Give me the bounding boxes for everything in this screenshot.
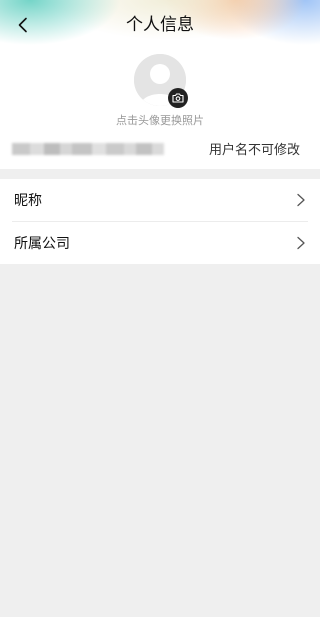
nickname-row[interactable]: 昵称: [0, 179, 320, 221]
nav-bar: 个人信息: [0, 8, 320, 42]
company-label: 所属公司: [14, 236, 70, 252]
chevron-right-icon: [297, 236, 305, 250]
avatar-button[interactable]: [134, 54, 188, 108]
page-title: 个人信息: [126, 15, 194, 35]
profile-header-area: 个人信息 点击头像更换照片 用户名不可修改: [0, 0, 320, 169]
profile-settings-list: 昵称 所属公司: [0, 179, 320, 264]
nickname-label: 昵称: [14, 193, 42, 209]
camera-badge[interactable]: [168, 88, 188, 108]
chevron-right-icon: [297, 193, 305, 207]
avatar-hint: 点击头像更换照片: [116, 114, 204, 127]
camera-icon: [172, 93, 184, 103]
username-blurred: [12, 143, 164, 155]
username-note: 用户名不可修改: [208, 143, 300, 158]
company-row[interactable]: 所属公司: [0, 222, 320, 264]
